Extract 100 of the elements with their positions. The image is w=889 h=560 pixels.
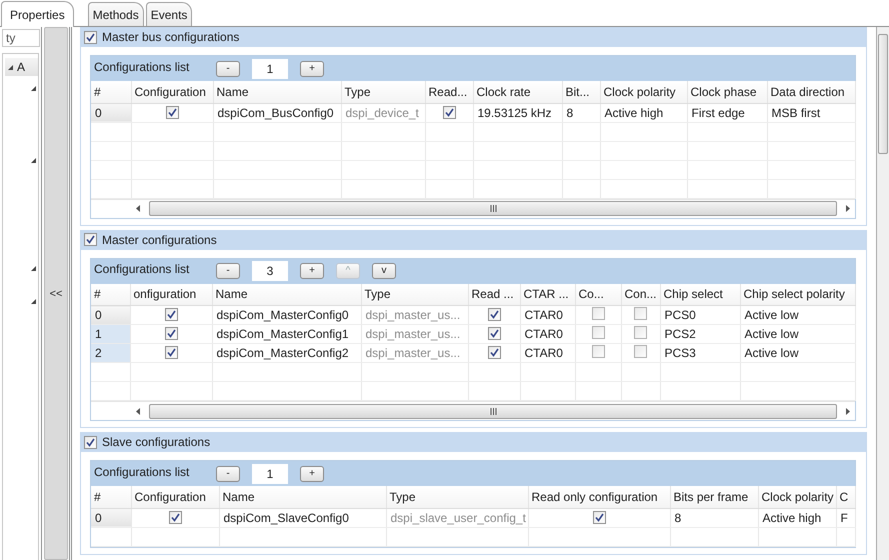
expander-icon[interactable]	[31, 86, 36, 91]
tab[interactable]: Properties	[1, 1, 74, 27]
column-header[interactable]: Configuration	[131, 486, 219, 508]
table-cell: dspi_master_us...	[361, 344, 468, 362]
toolbar-button[interactable]: +	[300, 60, 324, 76]
row-number-cell[interactable]: 2	[91, 344, 130, 362]
column-header[interactable]: #	[91, 284, 130, 306]
count-field[interactable]: 3	[252, 261, 288, 281]
scrollbar-thumb[interactable]	[149, 404, 837, 418]
toolbar-button[interactable]: -	[216, 263, 240, 279]
scrollbar-thumb[interactable]	[149, 201, 837, 216]
column-header[interactable]: C	[836, 486, 855, 508]
column-header[interactable]: Data direction	[767, 81, 855, 103]
row-number-cell[interactable]: 0	[91, 103, 131, 122]
column-header[interactable]: Read...	[425, 81, 473, 103]
column-header[interactable]: Clock rate	[473, 81, 562, 103]
expander-icon[interactable]	[31, 158, 36, 163]
column-header[interactable]: Chip select	[660, 284, 740, 306]
table-cell: dspiCom_BusConfig0	[213, 103, 341, 122]
table-cell: 8	[670, 508, 758, 527]
count-field[interactable]: 1	[252, 464, 288, 484]
column-header[interactable]: Name	[219, 486, 386, 508]
column-header[interactable]: Type	[386, 486, 528, 508]
table-cell: 19.53125 kHz	[473, 103, 562, 122]
toolbar-button[interactable]: -	[216, 60, 240, 76]
table-cell: 8	[562, 103, 600, 122]
checkbox[interactable]	[488, 308, 500, 321]
column-header[interactable]: Bits per frame	[670, 486, 758, 508]
checkbox[interactable]	[166, 106, 178, 118]
checkbox[interactable]	[634, 326, 647, 339]
column-header[interactable]: Configuration	[131, 81, 213, 103]
toolbar-button[interactable]: v	[372, 263, 396, 279]
horizontal-scrollbar[interactable]	[91, 401, 855, 420]
count-field[interactable]: 1	[252, 58, 288, 78]
column-header[interactable]: #	[91, 81, 131, 103]
horizontal-scrollbar[interactable]	[91, 198, 855, 218]
checkbox[interactable]	[592, 345, 604, 358]
table-cell: dspiCom_MasterConfig2	[212, 344, 361, 362]
toolbar-button[interactable]: +	[300, 466, 324, 482]
checkbox[interactable]	[84, 436, 97, 448]
table-cell: dspi_device_t	[341, 103, 425, 122]
row-number-cell[interactable]: 0	[91, 508, 131, 527]
column-header[interactable]: Bit...	[562, 81, 600, 103]
checkbox[interactable]	[592, 510, 606, 524]
tree-label: A	[17, 60, 26, 74]
table-cell: CTAR0	[520, 344, 575, 362]
column-header[interactable]: CTAR ...	[520, 284, 575, 306]
checkbox[interactable]	[442, 106, 456, 118]
expander-icon[interactable]	[31, 266, 36, 271]
table-cell: F	[836, 508, 855, 527]
filter-field[interactable]: ty	[2, 29, 40, 47]
column-header[interactable]: Name	[213, 81, 341, 103]
table-cell: PCS0	[660, 306, 740, 324]
column-header[interactable]: Chip select polarity	[740, 284, 855, 306]
table-cell: Active low	[740, 324, 855, 344]
column-header[interactable]: Con...	[621, 284, 660, 306]
column-header[interactable]: #	[91, 486, 131, 508]
table-cell: CTAR0	[520, 324, 575, 344]
checkbox[interactable]	[164, 308, 178, 321]
checkbox[interactable]	[634, 345, 647, 358]
checkbox[interactable]	[592, 326, 604, 339]
table-cell: Active high	[600, 103, 687, 122]
expander-icon[interactable]	[8, 64, 13, 70]
list-label: Configurations list	[94, 464, 190, 478]
column-header[interactable]: Read only configuration	[528, 486, 670, 508]
vertical-scrollbar[interactable]	[876, 27, 889, 560]
checkbox[interactable]	[164, 327, 178, 340]
checkbox[interactable]	[84, 30, 97, 44]
checkbox[interactable]	[488, 346, 500, 359]
checkbox[interactable]	[592, 307, 604, 320]
tab[interactable]: Events	[146, 2, 192, 26]
expander-icon[interactable]	[31, 299, 36, 304]
column-header[interactable]: Clock polarity	[600, 81, 687, 103]
column-header[interactable]: Co...	[575, 284, 621, 306]
toolbar-button[interactable]: -	[216, 466, 240, 482]
scrollbar-thumb[interactable]	[878, 34, 888, 154]
table-cell: PCS3	[660, 344, 740, 362]
checkbox[interactable]	[488, 327, 500, 340]
column-header[interactable]: Type	[341, 81, 425, 103]
table-cell: MSB first	[767, 103, 855, 122]
column-header[interactable]: Clock polarity	[758, 486, 836, 508]
collapse-button[interactable]: <<	[44, 27, 68, 560]
table-cell: dspi_master_us...	[361, 324, 468, 344]
checkbox[interactable]	[164, 346, 178, 359]
table-cell: Active high	[758, 508, 836, 527]
checkbox[interactable]	[84, 233, 97, 246]
tab[interactable]: Methods	[88, 2, 144, 26]
column-header[interactable]: Clock phase	[687, 81, 767, 103]
checkbox[interactable]	[168, 510, 182, 524]
section-title: Slave configurations	[102, 435, 210, 449]
toolbar-button[interactable]: +	[300, 263, 324, 279]
checkbox[interactable]	[634, 307, 647, 320]
row-number-cell[interactable]: 1	[91, 324, 130, 344]
column-header[interactable]: Type	[361, 284, 468, 306]
column-header[interactable]: Read ...	[468, 284, 520, 306]
column-header[interactable]: Name	[212, 284, 361, 306]
table-cell: dspiCom_MasterConfig0	[212, 306, 361, 324]
column-header[interactable]: onfiguration	[130, 284, 212, 306]
row-number-cell[interactable]: 0	[91, 306, 130, 324]
tree-item[interactable]: A	[5, 58, 38, 76]
